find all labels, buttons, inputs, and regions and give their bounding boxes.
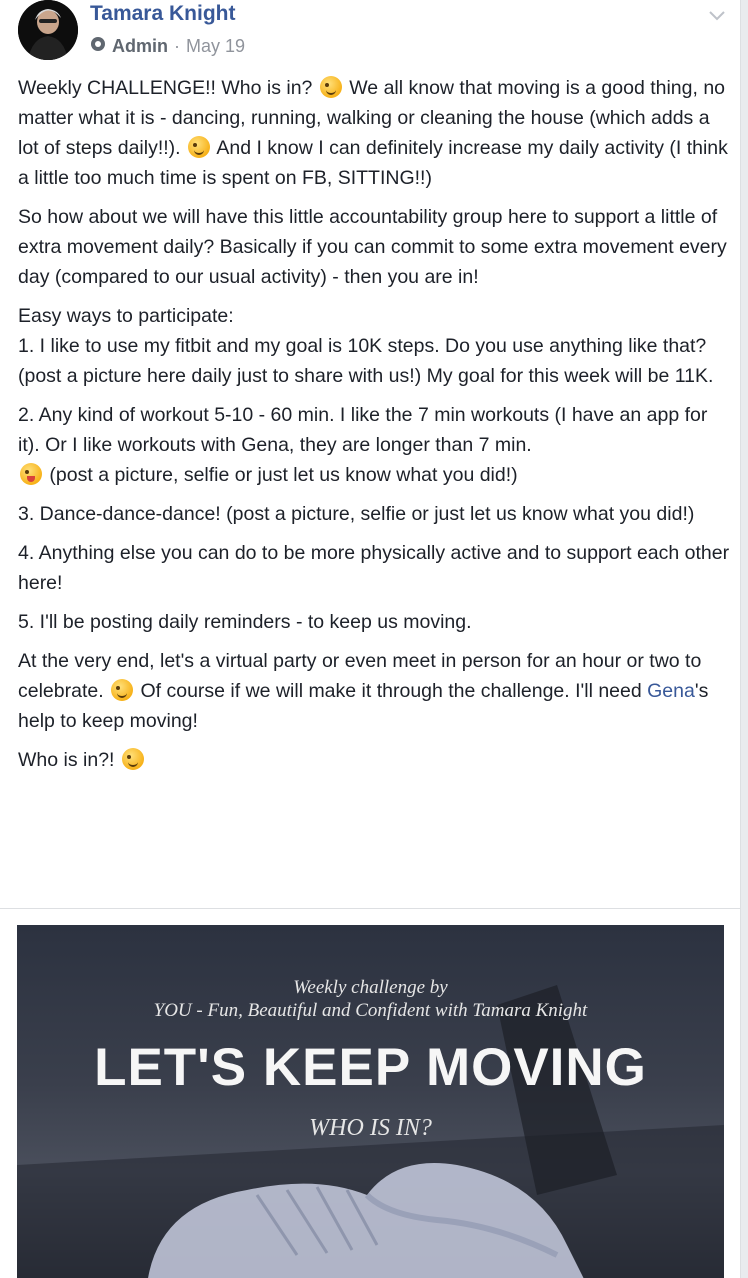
paragraph-7: 5. I'll be posting daily reminders - to … [18,611,472,633]
text: Of course if we will make it through the… [140,680,642,702]
paragraph-5: 3. Dance-dance-dance! (post a picture, s… [18,503,695,525]
paragraph-2: So how about we will have this little ac… [18,206,727,288]
winking-face-emoji [319,76,342,98]
author-name[interactable]: Tamara Knight [90,2,235,26]
author-role: Admin [112,36,168,56]
winking-face-emoji [121,748,144,770]
author-avatar[interactable] [18,0,78,60]
paragraph-8: At the very end, let's a virtual party o… [18,646,730,736]
post-date[interactable]: May 19 [186,36,245,57]
paragraph-3: Easy ways to participate: 1. I like to u… [18,301,730,391]
paragraph-1: Weekly CHALLENGE!! Who is in? We all kno… [18,73,730,193]
winking-face-emoji [111,679,134,701]
meta-separator: · [174,36,180,56]
paragraph-6: 4. Anything else you can do to be more p… [18,542,730,594]
sneaker-illustration [148,1163,584,1278]
image-headline: LET'S KEEP MOVING [94,1038,647,1097]
shield-badge-icon [90,36,106,57]
post-card: Tamara Knight Admin · May 19 Weekly CHAL… [0,0,741,1278]
post-image[interactable]: Weekly challenge by YOU - Fun, Beautiful… [17,925,724,1278]
post-text: Weekly CHALLENGE!! Who is in? We all kno… [18,73,730,784]
text: Who is in?! [18,749,115,771]
post-meta: Admin · May 19 [90,36,245,57]
text: (post a picture, selfie or just let us k… [49,464,518,486]
text: Weekly CHALLENGE!! Who is in? [18,77,313,99]
chevron-down-icon[interactable] [708,6,726,27]
mention-link[interactable]: Gena [647,680,695,702]
divider [0,908,740,909]
winking-face-emoji [188,136,210,158]
text: 1. I like to use my fitbit and my goal i… [18,335,714,387]
paragraph-9: Who is in?! [18,745,730,775]
image-caption-line-2: YOU - Fun, Beautiful and Confident with … [153,1000,588,1021]
image-caption-line-1: Weekly challenge by [293,977,448,998]
text: Easy ways to participate: [18,305,234,327]
tongue-out-emoji [20,463,42,485]
text: 2. Any kind of workout 5-10 - 60 min. I … [18,404,708,456]
paragraph-4: 2. Any kind of workout 5-10 - 60 min. I … [18,400,730,490]
